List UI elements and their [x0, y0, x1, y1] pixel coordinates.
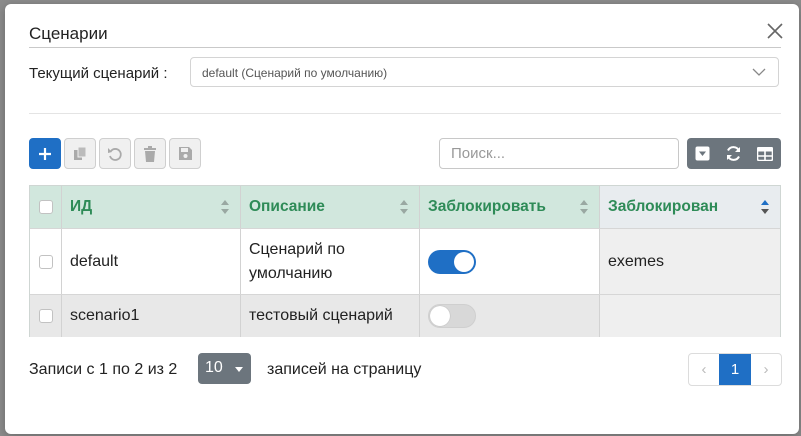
page-size-select[interactable]: 10 [198, 353, 251, 384]
cell-description: тестовый сценарий [241, 295, 420, 337]
chevron-down-icon [752, 68, 766, 76]
column-header-id[interactable]: ИД [62, 186, 241, 228]
table-header-row: ИД Описание Заблокировать Заблокирован [30, 186, 780, 228]
cell-locked-by [600, 295, 780, 337]
copy-button[interactable] [64, 138, 96, 169]
trash-icon [144, 145, 156, 162]
refresh-icon [727, 146, 740, 161]
section-divider [29, 113, 781, 114]
current-scenario-select[interactable]: default (Сценарий по умолчанию) [190, 57, 779, 87]
sort-icon [580, 200, 588, 214]
copy-icon [74, 146, 87, 160]
title-divider [29, 47, 781, 48]
close-icon[interactable] [765, 21, 785, 41]
caret-down-icon [235, 367, 243, 372]
row-checkbox[interactable] [38, 309, 53, 323]
sort-ascending-icon [761, 200, 769, 214]
column-header-label: Заблокировать [428, 198, 546, 215]
description-text: Сценарий по умолчанию [249, 241, 345, 282]
cell-lock [420, 295, 600, 337]
search-input[interactable] [439, 138, 679, 169]
column-header-label: Описание [249, 198, 325, 215]
scenarios-table: ИД Описание Заблокировать Заблокирован d… [29, 185, 781, 337]
records-info: Записи с 1 по 2 из 2 [29, 361, 178, 378]
table-row[interactable]: default Сценарий по умолчанию exemes [30, 228, 780, 295]
page-size-value: 10 [205, 359, 223, 376]
page-1-button[interactable]: 1 [719, 354, 751, 385]
select-all-checkbox[interactable] [38, 200, 53, 214]
caret-square-down-icon [695, 146, 710, 161]
next-page-button[interactable]: › [751, 354, 781, 385]
undo-icon [108, 147, 122, 161]
lock-toggle[interactable] [428, 250, 476, 274]
dialog-title: Сценарии [29, 24, 108, 43]
undo-button[interactable] [99, 138, 131, 169]
column-header-description[interactable]: Описание [241, 186, 420, 228]
row-checkbox[interactable] [38, 255, 53, 269]
column-header-lock[interactable]: Заблокировать [420, 186, 600, 228]
refresh-button[interactable] [718, 138, 749, 169]
pagination: ‹ 1 › [688, 353, 782, 386]
scenarios-dialog: Сценарии Текущий сценарий : default (Сце… [5, 4, 799, 434]
dropdown-button[interactable] [687, 138, 718, 169]
row-select-cell [30, 229, 62, 295]
current-scenario-value: default (Сценарий по умолчанию) [202, 66, 388, 80]
table-tools-group [687, 138, 781, 169]
select-all-cell [30, 186, 62, 228]
columns-button[interactable] [749, 138, 780, 169]
lock-toggle[interactable] [428, 304, 476, 328]
toggle-knob [454, 252, 474, 272]
cell-id: scenario1 [62, 295, 241, 337]
cell-locked-by: exemes [600, 229, 780, 295]
column-header-label: ИД [70, 198, 93, 215]
current-scenario-label: Текущий сценарий : [29, 65, 168, 82]
save-button[interactable] [169, 138, 201, 169]
table-row[interactable]: scenario1 тестовый сценарий [30, 294, 780, 337]
table-columns-icon [756, 146, 773, 161]
column-header-label: Заблокирован [608, 198, 719, 215]
sort-icon [400, 200, 408, 214]
add-button[interactable] [29, 138, 61, 169]
per-page-label: записей на страницу [267, 361, 422, 378]
cell-description: Сценарий по умолчанию [241, 229, 420, 295]
cell-id: default [62, 229, 241, 295]
cell-lock [420, 229, 600, 295]
prev-page-button[interactable]: ‹ [689, 354, 719, 385]
sort-icon [221, 200, 229, 214]
save-icon [178, 147, 192, 160]
row-select-cell [30, 295, 62, 337]
delete-button[interactable] [134, 138, 166, 169]
column-header-locked-by[interactable]: Заблокирован [600, 186, 780, 228]
toggle-knob [430, 306, 450, 326]
plus-icon [39, 147, 51, 160]
